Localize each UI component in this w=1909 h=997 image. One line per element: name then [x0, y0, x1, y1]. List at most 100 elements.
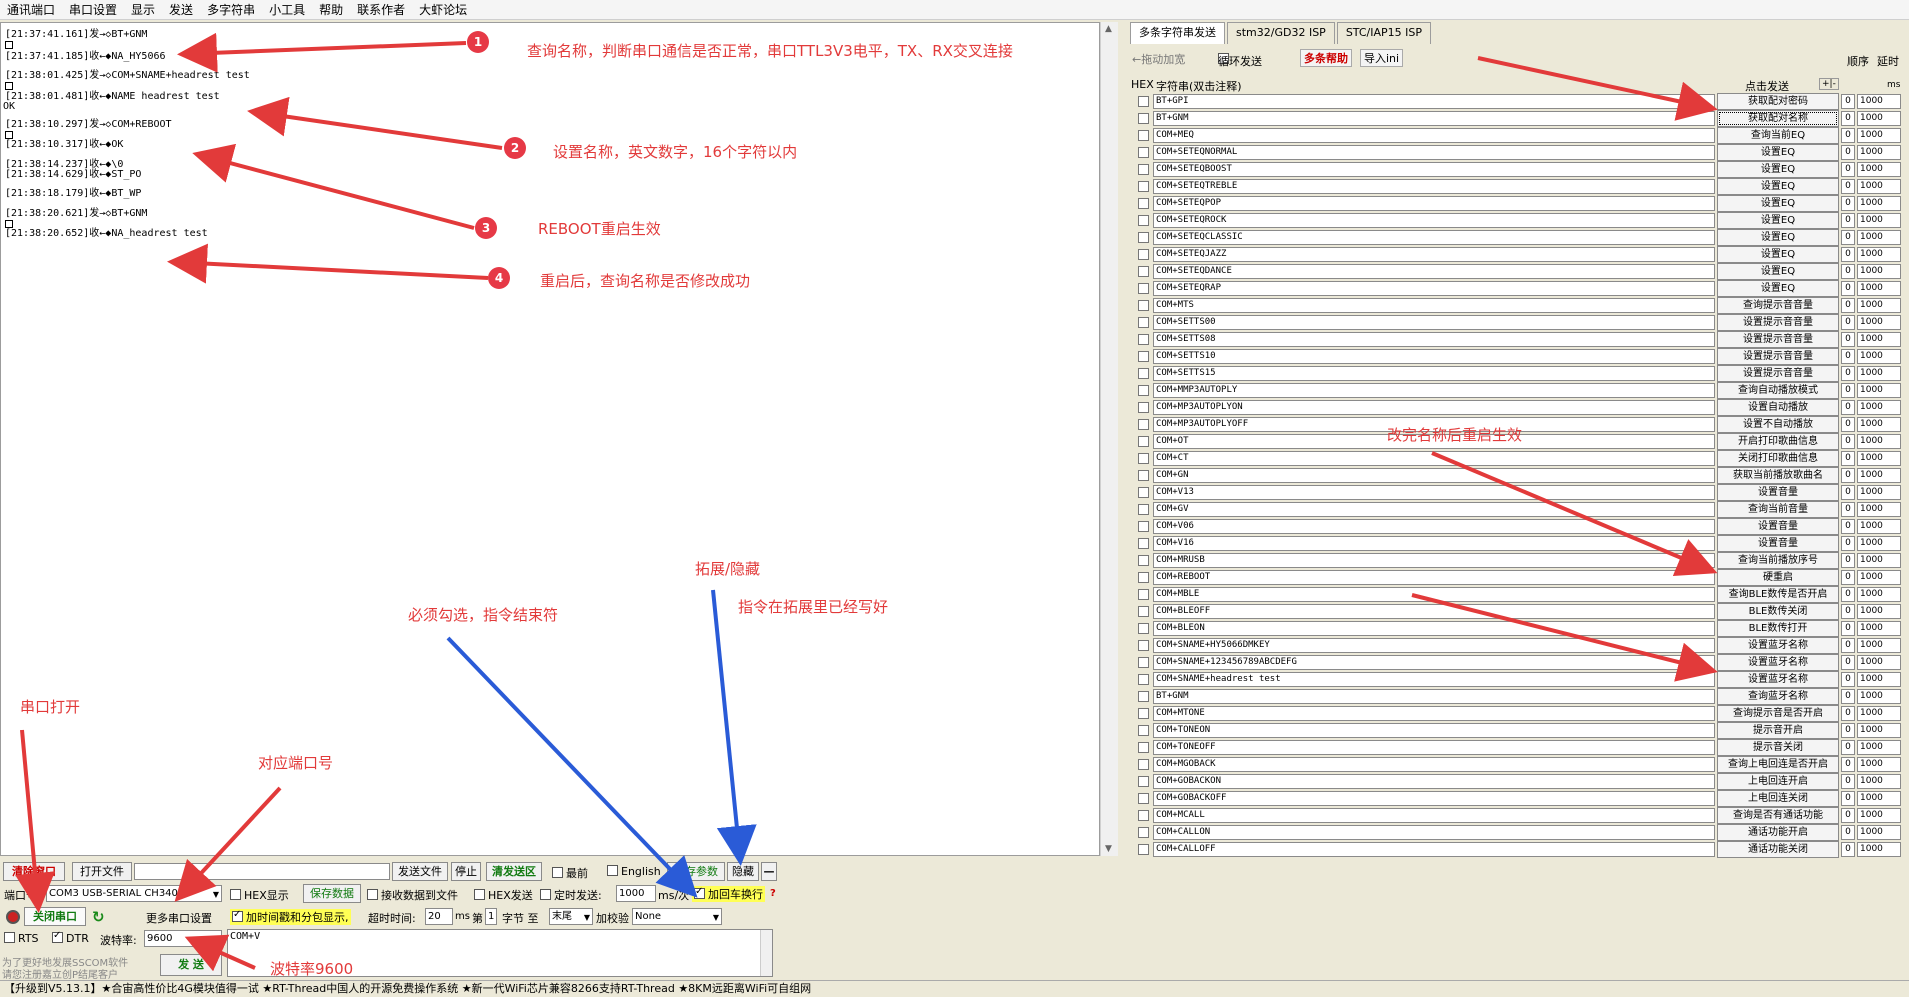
row-hex-checkbox[interactable] [1138, 844, 1149, 855]
row-delay-input[interactable]: 1000 [1857, 162, 1901, 177]
row-delay-input[interactable]: 1000 [1857, 553, 1901, 568]
row-hex-checkbox[interactable] [1138, 674, 1149, 685]
row-command-input[interactable]: COM+TONEON [1153, 723, 1715, 738]
row-send-button[interactable]: 设置蓝牙名称 [1717, 654, 1839, 671]
file-path-input[interactable] [134, 863, 390, 880]
row-hex-checkbox[interactable] [1138, 487, 1149, 498]
row-send-button[interactable]: 设置EQ [1717, 212, 1839, 229]
row-order-input[interactable]: 0 [1841, 281, 1855, 296]
row-delay-input[interactable]: 1000 [1857, 230, 1901, 245]
row-delay-input[interactable]: 1000 [1857, 247, 1901, 262]
row-send-button[interactable]: 提示音开启 [1717, 722, 1839, 739]
row-order-input[interactable]: 0 [1841, 791, 1855, 806]
row-command-input[interactable]: COM+MTS [1153, 298, 1715, 313]
row-send-button[interactable]: 设置提示音音量 [1717, 314, 1839, 331]
row-order-input[interactable]: 0 [1841, 383, 1855, 398]
row-command-input[interactable]: COM+MGOBACK [1153, 757, 1715, 772]
row-command-input[interactable]: COM+BLEON [1153, 621, 1715, 636]
row-order-input[interactable]: 0 [1841, 774, 1855, 789]
row-command-input[interactable]: COM+MRUSB [1153, 553, 1715, 568]
recv-to-file-check-icon[interactable] [367, 889, 378, 900]
row-order-input[interactable]: 0 [1841, 757, 1855, 772]
row-send-button[interactable]: 设置EQ [1717, 280, 1839, 297]
row-hex-checkbox[interactable] [1138, 742, 1149, 753]
row-hex-checkbox[interactable] [1138, 113, 1149, 124]
row-order-input[interactable]: 0 [1841, 689, 1855, 704]
import-ini-button[interactable]: 导入ini [1360, 49, 1404, 67]
row-send-button[interactable]: 设置EQ [1717, 195, 1839, 212]
tab-multi-string[interactable]: 多条字符串发送 [1130, 22, 1225, 44]
row-hex-checkbox[interactable] [1138, 606, 1149, 617]
row-send-button[interactable]: 设置EQ [1717, 144, 1839, 161]
timed-send-check-icon[interactable] [540, 889, 551, 900]
row-delay-input[interactable]: 1000 [1857, 604, 1901, 619]
row-hex-checkbox[interactable] [1138, 266, 1149, 277]
timed-interval-input[interactable]: 1000 [616, 885, 656, 902]
row-order-input[interactable]: 0 [1841, 672, 1855, 687]
row-send-button[interactable]: 设置不自动播放 [1717, 416, 1839, 433]
row-order-input[interactable]: 0 [1841, 706, 1855, 721]
row-delay-input[interactable]: 1000 [1857, 451, 1901, 466]
row-delay-input[interactable]: 1000 [1857, 519, 1901, 534]
row-delay-input[interactable]: 1000 [1857, 536, 1901, 551]
row-send-button[interactable]: 上电回连开启 [1717, 773, 1839, 790]
row-delay-input[interactable]: 1000 [1857, 213, 1901, 228]
multi-help-button[interactable]: 多条帮助 [1300, 49, 1352, 67]
english-check-icon[interactable] [607, 865, 618, 876]
tab-stc-isp[interactable]: STC/IAP15 ISP [1336, 22, 1432, 44]
row-send-button[interactable]: 设置EQ [1717, 246, 1839, 263]
row-delay-input[interactable]: 1000 [1857, 706, 1901, 721]
row-order-input[interactable]: 0 [1841, 842, 1855, 857]
row-delay-input[interactable]: 1000 [1857, 825, 1901, 840]
row-order-input[interactable]: 0 [1841, 655, 1855, 670]
row-delay-input[interactable]: 1000 [1857, 774, 1901, 789]
row-command-input[interactable]: COM+CALLON [1153, 825, 1715, 840]
row-command-input[interactable]: COM+SNAME+HY5066DMKEY [1153, 638, 1715, 653]
row-send-button[interactable]: 查询上电回连是否开启 [1717, 756, 1839, 773]
row-delay-input[interactable]: 1000 [1857, 485, 1901, 500]
clear-send-area-button[interactable]: 清发送区 [486, 862, 542, 881]
row-command-input[interactable]: COM+SNAME+123456789ABCDEFG [1153, 655, 1715, 670]
row-send-button[interactable]: 查询提示音音量 [1717, 297, 1839, 314]
row-order-input[interactable]: 0 [1841, 434, 1855, 449]
row-send-button[interactable]: 查询当前音量 [1717, 501, 1839, 518]
row-hex-checkbox[interactable] [1138, 708, 1149, 719]
checksum-select[interactable]: None ▼ [632, 908, 722, 925]
topmost-check-icon[interactable] [552, 867, 563, 878]
row-order-input[interactable]: 0 [1841, 825, 1855, 840]
row-command-input[interactable]: COM+SETEQTREBLE [1153, 179, 1715, 194]
row-command-input[interactable]: COM+SETEQROCK [1153, 213, 1715, 228]
row-order-input[interactable]: 0 [1841, 128, 1855, 143]
row-delay-input[interactable]: 1000 [1857, 298, 1901, 313]
log-scrollbar[interactable]: ▲ ▼ [1100, 22, 1118, 856]
row-order-input[interactable]: 0 [1841, 553, 1855, 568]
row-hex-checkbox[interactable] [1138, 589, 1149, 600]
row-order-input[interactable]: 0 [1841, 94, 1855, 109]
row-delay-input[interactable]: 1000 [1857, 740, 1901, 755]
menu-item[interactable]: 显示 [124, 0, 162, 20]
byte-to-select[interactable]: 末尾 ▼ [549, 908, 593, 925]
open-file-button[interactable]: 打开文件 [72, 862, 132, 881]
row-send-button[interactable]: 开启打印歌曲信息 [1717, 433, 1839, 450]
row-hex-checkbox[interactable] [1138, 793, 1149, 804]
row-command-input[interactable]: COM+MEQ [1153, 128, 1715, 143]
row-delay-input[interactable]: 1000 [1857, 349, 1901, 364]
timestamp-checkbox[interactable]: 加时间戳和分包显示, [230, 909, 351, 925]
row-delay-input[interactable]: 1000 [1857, 570, 1901, 585]
row-send-button[interactable]: 获取配对名称 [1717, 110, 1839, 127]
row-hex-checkbox[interactable] [1138, 657, 1149, 668]
chevron-down-icon[interactable]: ▼ [213, 887, 219, 901]
row-hex-checkbox[interactable] [1138, 470, 1149, 481]
row-command-input[interactable]: COM+SNAME+headrest test [1153, 672, 1715, 687]
rts-checkbox[interactable]: RTS [4, 932, 39, 945]
row-hex-checkbox[interactable] [1138, 623, 1149, 634]
row-delay-input[interactable]: 1000 [1857, 842, 1901, 857]
row-command-input[interactable]: COM+SETEQDANCE [1153, 264, 1715, 279]
row-command-input[interactable]: COM+V06 [1153, 519, 1715, 534]
row-hex-checkbox[interactable] [1138, 147, 1149, 158]
row-order-input[interactable]: 0 [1841, 264, 1855, 279]
row-hex-checkbox[interactable] [1138, 198, 1149, 209]
tab-stm32-isp[interactable]: stm32/GD32 ISP [1227, 22, 1335, 44]
row-command-input[interactable]: COM+V13 [1153, 485, 1715, 500]
row-command-input[interactable]: COM+REBOOT [1153, 570, 1715, 585]
